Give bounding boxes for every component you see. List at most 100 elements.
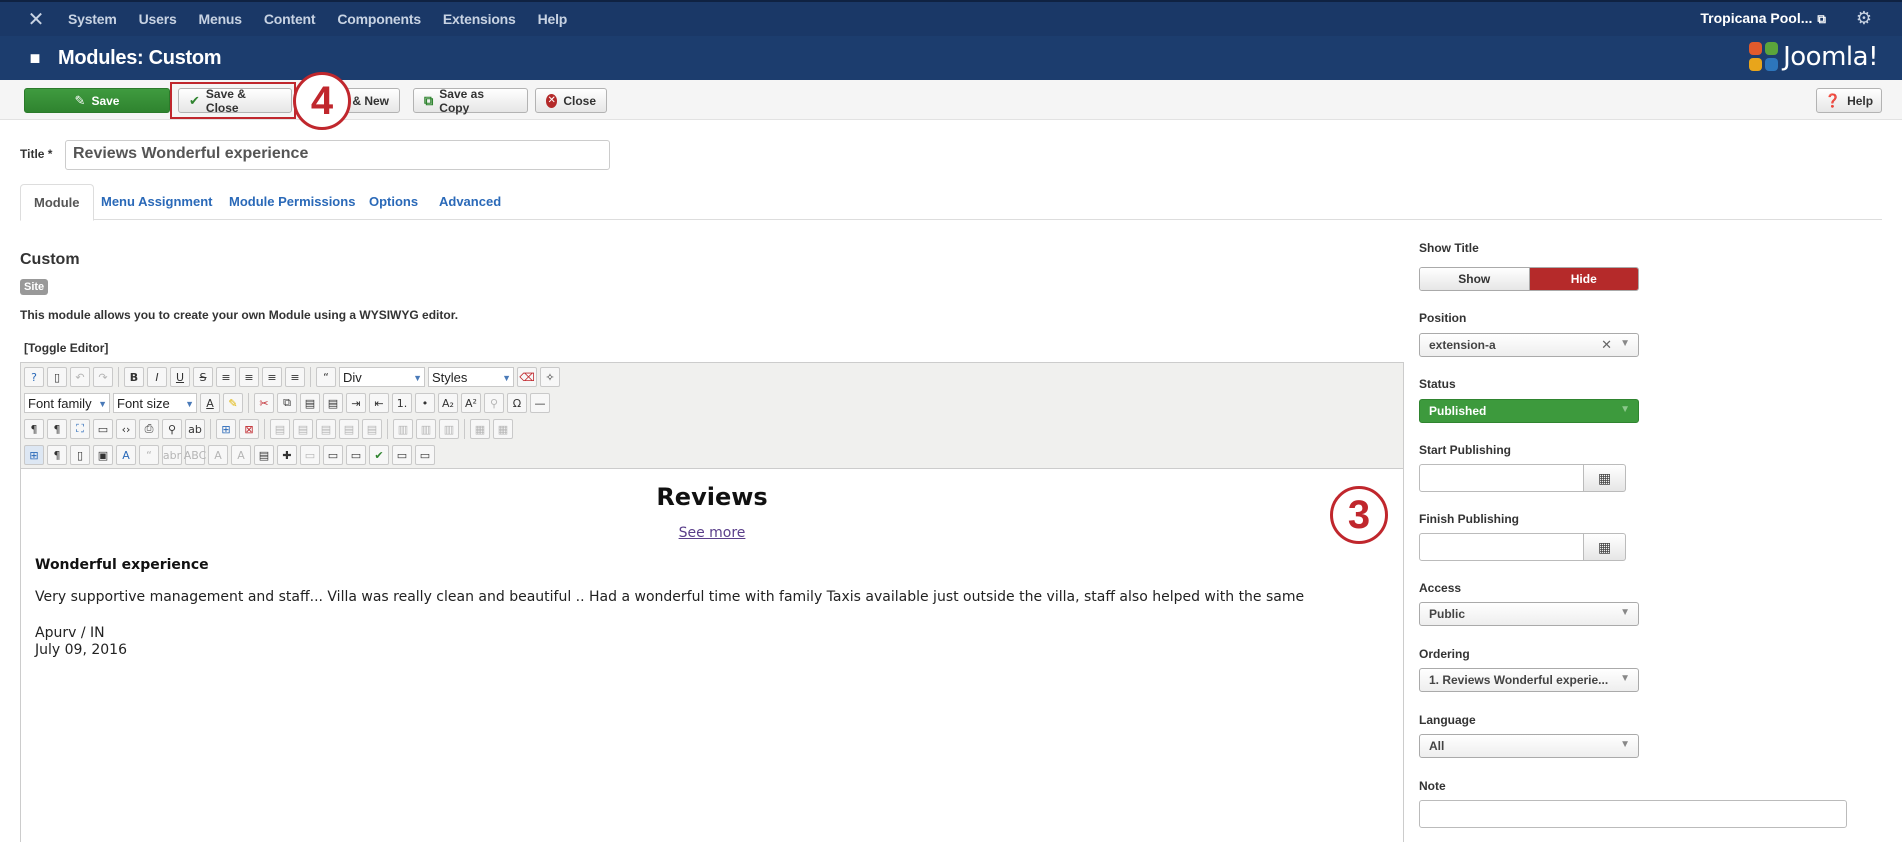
del-icon[interactable]: A [208,445,228,465]
superscript-icon[interactable]: A² [461,393,481,413]
menu-components[interactable]: Components [337,11,421,27]
tab-options[interactable]: Options [356,184,431,220]
calendar-icon[interactable]: ▦ [1584,464,1626,492]
subscript-icon[interactable]: A₂ [438,393,458,413]
special-char-icon[interactable]: Ω [507,393,527,413]
tab-module[interactable]: Module [20,184,94,221]
move-layer-icon[interactable]: ▭ [300,445,320,465]
undo-icon[interactable]: ↶ [70,367,90,387]
align-center-icon[interactable]: ≡ [239,367,259,387]
attributes-icon[interactable]: ▤ [254,445,274,465]
menu-content[interactable]: Content [264,11,316,27]
find-icon[interactable]: ⚲ [162,419,182,439]
start-publishing-input[interactable] [1419,464,1585,492]
ins-icon[interactable]: A [231,445,251,465]
row-props-icon[interactable]: ▤ [270,419,290,439]
bold-icon[interactable]: B [124,367,144,387]
help-icon[interactable]: ? [24,367,44,387]
numbered-list-icon[interactable]: 1. [392,393,412,413]
delete-row-icon[interactable]: ▤ [362,419,382,439]
text-color-icon[interactable]: A [200,393,220,413]
cut-icon[interactable]: ✂ [254,393,274,413]
status-select[interactable]: Published ▼ [1419,399,1639,423]
rtl-icon[interactable]: ¶ [47,419,67,439]
calendar-icon[interactable]: ▦ [1584,533,1626,561]
clean-icon[interactable]: ✧ [540,367,560,387]
link-icon[interactable]: ⚲ [484,393,504,413]
paste-text-icon[interactable]: ▤ [323,393,343,413]
site-name-link[interactable]: Tropicana Pool... ⧉ [1700,10,1826,27]
ltr-icon[interactable]: ¶ [24,419,44,439]
tab-menu-assignment[interactable]: Menu Assignment [88,184,225,220]
see-more-link[interactable]: See more [21,525,1403,541]
menu-users[interactable]: Users [139,11,177,27]
merge-cells-icon[interactable]: ▦ [493,419,513,439]
language-select[interactable]: All ▼ [1419,734,1639,758]
editor-content[interactable]: Reviews See more Wonderful experience Ve… [21,469,1403,843]
nonbreaking-icon[interactable]: ▭ [323,445,343,465]
blockquote-icon[interactable]: “ [316,367,336,387]
format-select[interactable]: Div ▼ [339,367,425,387]
position-select[interactable]: extension-a ✕ ▼ [1419,333,1639,357]
bullet-list-icon[interactable]: • [415,393,435,413]
strikethrough-icon[interactable]: S [193,367,213,387]
help-button[interactable]: ❓ Help [1816,88,1882,113]
align-justify-icon[interactable]: ≡ [216,367,236,387]
clear-icon[interactable]: ✕ [1601,337,1612,353]
show-title-show-button[interactable]: Show [1420,268,1530,290]
visual-aid-icon[interactable]: ⊞ [24,445,44,465]
hr-icon[interactable]: ▭ [392,445,412,465]
menu-extensions[interactable]: Extensions [443,11,516,27]
note-input[interactable] [1419,800,1847,828]
styles-select[interactable]: Styles ▼ [428,367,514,387]
insert-row-after-icon[interactable]: ▤ [339,419,359,439]
show-blocks-icon[interactable]: ¶ [47,445,67,465]
replace-icon[interactable]: ab [185,419,205,439]
italic-icon[interactable]: I [147,367,167,387]
underline-icon[interactable]: U [170,367,190,387]
insert-col-before-icon[interactable]: ▥ [393,419,413,439]
new-document-icon[interactable]: ▯ [47,367,67,387]
style-props-icon[interactable]: A [116,445,136,465]
save-button[interactable]: ✎ Save [24,88,170,113]
preview-icon[interactable]: ▭ [93,419,113,439]
print-icon[interactable]: ⎙ [139,419,159,439]
code-icon[interactable]: ‹› [116,419,136,439]
gear-icon[interactable]: ⚙ [1856,8,1872,29]
spellcheck-icon[interactable]: ✔ [369,445,389,465]
font-family-select[interactable]: Font family ▼ [24,393,110,413]
template-icon[interactable]: ▯ [70,445,90,465]
align-left-icon[interactable]: ≡ [262,367,282,387]
image-icon[interactable]: ▣ [93,445,113,465]
menu-menus[interactable]: Menus [199,11,243,27]
paste-icon[interactable]: ▤ [300,393,320,413]
access-select[interactable]: Public ▼ [1419,602,1639,626]
joomla-menu-icon[interactable]: ✕ [18,4,54,34]
media-icon[interactable]: ▭ [415,445,435,465]
layer-icon[interactable]: ✚ [277,445,297,465]
delete-col-icon[interactable]: ▥ [439,419,459,439]
font-size-select[interactable]: Font size ▼ [113,393,197,413]
fullscreen-icon[interactable]: ⛶ [70,419,90,439]
cell-props-icon[interactable]: ▤ [293,419,313,439]
insert-row-before-icon[interactable]: ▤ [316,419,336,439]
show-title-hide-button[interactable]: Hide [1529,268,1638,290]
pagebreak-icon[interactable]: ▭ [346,445,366,465]
eraser-icon[interactable]: ⌫ [517,367,537,387]
align-right-icon[interactable]: ≡ [285,367,305,387]
tab-module-permissions[interactable]: Module Permissions [216,184,368,220]
cite-icon[interactable]: “ [139,445,159,465]
title-input[interactable]: Reviews Wonderful experience [65,140,610,170]
insert-col-after-icon[interactable]: ▥ [416,419,436,439]
acronym-icon[interactable]: ABC [184,445,206,465]
toggle-editor-link[interactable]: [Toggle Editor] [24,341,108,355]
indent-icon[interactable]: ⇥ [346,393,366,413]
redo-icon[interactable]: ↷ [93,367,113,387]
menu-system[interactable]: System [68,11,117,27]
finish-publishing-input[interactable] [1419,533,1585,561]
highlight-color-icon[interactable]: ✎ [223,393,243,413]
close-button[interactable]: ✕ Close [535,88,607,113]
delete-table-icon[interactable]: ⊠ [239,419,259,439]
table-icon[interactable]: ⊞ [216,419,236,439]
save-as-copy-button[interactable]: ⧉ Save as Copy [413,87,528,115]
